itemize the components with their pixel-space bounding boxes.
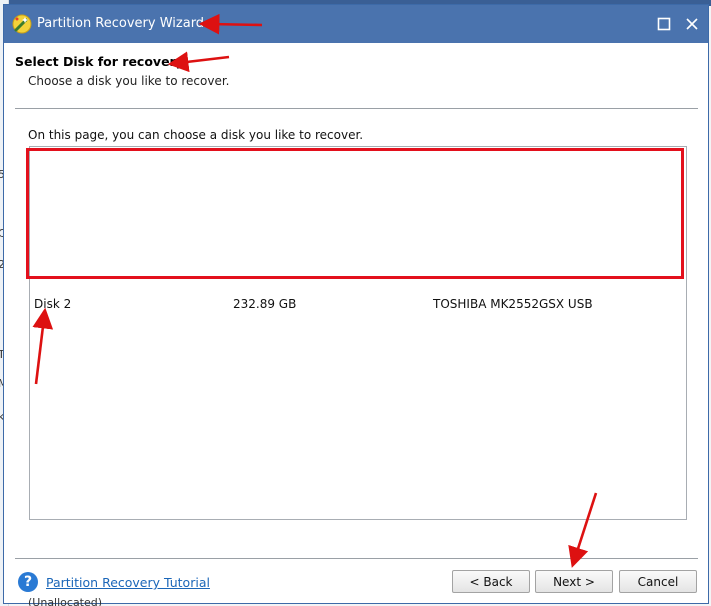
close-icon[interactable] (682, 14, 702, 34)
page-title: Select Disk for recovery (15, 54, 184, 69)
help-icon[interactable]: ? (18, 572, 38, 592)
disk-list[interactable]: Disk 2 232.89 GB TOSHIBA MK2552GSX USB (29, 146, 687, 520)
header-divider (15, 108, 698, 109)
title-bar[interactable]: Partition Recovery Wizard (4, 5, 708, 43)
disk-size: 232.89 GB (233, 297, 297, 311)
footer-divider (15, 558, 698, 559)
partition-recovery-dialog: Partition Recovery Wizard Select Disk fo… (3, 4, 709, 604)
disk-row[interactable]: Disk 2 232.89 GB TOSHIBA MK2552GSX USB (30, 294, 686, 314)
wizard-header: Select Disk for recovery Choose a disk y… (4, 43, 708, 107)
maximize-icon[interactable] (654, 14, 674, 34)
disk-model: TOSHIBA MK2552GSX USB (433, 297, 593, 311)
tutorial-link[interactable]: Partition Recovery Tutorial (46, 575, 210, 590)
back-button[interactable]: < Back (452, 570, 530, 593)
disk-name: Disk 2 (34, 297, 72, 311)
screen: 59 C 2 T M k Partition Recovery Wizard S… (0, 0, 711, 606)
instruction-text: On this page, you can choose a disk you … (28, 128, 364, 142)
next-button[interactable]: Next > (535, 570, 613, 593)
disk-list-empty-area (30, 147, 686, 292)
cancel-button[interactable]: Cancel (619, 570, 697, 593)
background-text-fragment: (Unallocated) (28, 596, 103, 606)
wizard-wand-icon (12, 14, 32, 34)
page-subtitle: Choose a disk you like to recover. (28, 74, 230, 88)
window-title: Partition Recovery Wizard (37, 16, 205, 31)
